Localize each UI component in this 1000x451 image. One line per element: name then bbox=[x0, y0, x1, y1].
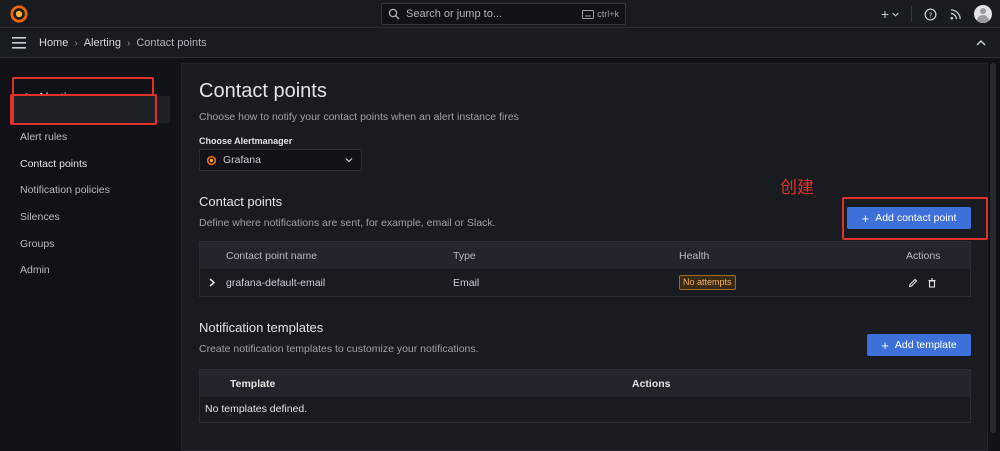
sidebar-item-contact-points[interactable]: Contact points bbox=[20, 158, 87, 170]
breadcrumb-alerting[interactable]: Alerting bbox=[84, 37, 121, 49]
table-header: Template Actions bbox=[200, 370, 970, 397]
breadcrumb-separator: › bbox=[74, 38, 77, 49]
column-header: Actions bbox=[632, 378, 671, 390]
rss-icon[interactable] bbox=[949, 8, 962, 21]
column-header: Contact point name bbox=[226, 250, 317, 262]
topbar-actions: + ? bbox=[881, 4, 992, 24]
sidebar-item-notification-policies[interactable]: Notification policies bbox=[20, 184, 110, 196]
top-bar: Search or jump to... ctrl+k + ? bbox=[0, 0, 1000, 28]
avatar[interactable] bbox=[974, 5, 992, 23]
add-contact-point-button[interactable]: + Add contact point bbox=[847, 207, 971, 229]
templates-empty-state: No templates defined. bbox=[205, 403, 307, 415]
breadcrumb-home[interactable]: Home bbox=[39, 37, 68, 49]
column-header: Type bbox=[453, 250, 476, 262]
templates-table: Template Actions No templates defined. bbox=[199, 369, 971, 423]
grafana-logo-icon bbox=[206, 155, 217, 166]
annotation-frame bbox=[10, 94, 157, 125]
breadcrumb-contact-points: Contact points bbox=[136, 37, 206, 49]
grafana-logo-icon[interactable] bbox=[10, 5, 28, 23]
alertmanager-select[interactable]: Grafana bbox=[199, 149, 362, 171]
add-template-button[interactable]: + Add template bbox=[867, 334, 971, 356]
plus-icon: + bbox=[881, 6, 889, 22]
svg-text:?: ? bbox=[929, 10, 933, 19]
keyboard-icon bbox=[582, 10, 594, 19]
plus-icon: + bbox=[881, 339, 889, 352]
page-title: Contact points bbox=[199, 80, 327, 103]
annotation-label: 创建 bbox=[780, 173, 814, 198]
alertmanager-selected: Grafana bbox=[223, 154, 339, 166]
trash-icon[interactable] bbox=[927, 278, 937, 288]
divider bbox=[911, 6, 912, 22]
sidebar-item-groups[interactable]: Groups bbox=[20, 238, 54, 250]
chevron-down-icon bbox=[345, 157, 353, 163]
alertmanager-label: Choose Alertmanager bbox=[199, 136, 292, 146]
column-header: Health bbox=[679, 250, 709, 262]
sidebar-item-admin[interactable]: Admin bbox=[20, 264, 50, 276]
breadcrumb-bar: Home › Alerting › Contact points bbox=[0, 28, 1000, 58]
sidebar-item-alert-rules[interactable]: Alert rules bbox=[20, 131, 67, 143]
breadcrumb: Home › Alerting › Contact points bbox=[39, 28, 207, 58]
search-input[interactable]: Search or jump to... ctrl+k bbox=[381, 3, 626, 25]
contact-point-type: Email bbox=[453, 277, 479, 289]
templates-heading: Notification templates bbox=[199, 320, 323, 335]
column-header: Template bbox=[230, 378, 275, 390]
contact-point-name: grafana-default-email bbox=[226, 277, 325, 289]
expand-row-icon[interactable] bbox=[209, 278, 215, 287]
search-placeholder: Search or jump to... bbox=[406, 8, 576, 20]
help-icon[interactable]: ? bbox=[924, 8, 937, 21]
search-icon bbox=[388, 8, 400, 20]
scrollbar[interactable] bbox=[990, 63, 996, 433]
chevron-down-icon bbox=[892, 11, 899, 18]
sidebar-item-silences[interactable]: Silences bbox=[20, 211, 60, 223]
contact-points-heading: Contact points bbox=[199, 194, 282, 209]
plus-icon: + bbox=[862, 212, 870, 225]
templates-description: Create notification templates to customi… bbox=[199, 343, 479, 355]
breadcrumb-separator: › bbox=[127, 38, 130, 49]
column-header: Actions bbox=[906, 250, 940, 262]
search-shortcut: ctrl+k bbox=[582, 9, 619, 19]
contact-points-table: Contact point name Type Health Actions g… bbox=[199, 241, 971, 297]
contact-points-description: Define where notifications are sent, for… bbox=[199, 217, 495, 229]
page-subtitle: Choose how to notify your contact points… bbox=[199, 111, 519, 123]
menu-icon[interactable] bbox=[12, 37, 26, 49]
chevron-up-icon[interactable] bbox=[976, 39, 986, 47]
edit-icon[interactable] bbox=[908, 278, 918, 288]
health-badge: No attempts bbox=[679, 275, 736, 290]
table-header: Contact point name Type Health Actions bbox=[200, 242, 970, 269]
new-menu-button[interactable]: + bbox=[881, 6, 899, 22]
